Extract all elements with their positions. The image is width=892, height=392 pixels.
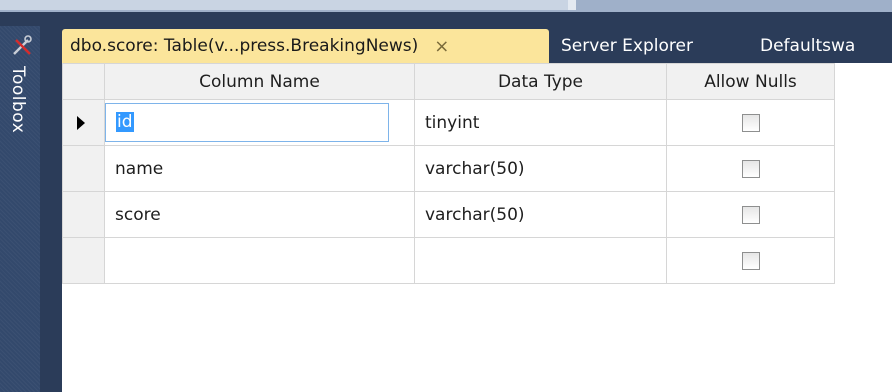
table-designer: Column Name Data Type Allow Nulls id tin… [62, 63, 892, 392]
column-name-editor[interactable]: id [105, 103, 389, 142]
tab-title: Server Explorer [561, 36, 693, 56]
row-selector[interactable] [62, 191, 105, 238]
column-grid: Column Name Data Type Allow Nulls id tin… [62, 63, 835, 284]
row-selector-header [62, 63, 105, 100]
table-row[interactable]: score varchar(50) [62, 191, 835, 238]
current-row-arrow-icon [77, 115, 85, 130]
scrollbar-track [0, 0, 568, 10]
allow-nulls-cell[interactable] [666, 99, 835, 146]
allow-nulls-checkbox[interactable] [741, 113, 760, 132]
table-row[interactable] [62, 237, 835, 284]
top-strip [0, 0, 892, 12]
tab-dbo-score-table[interactable]: dbo.score: Table(v...press.BreakingNews)… [62, 29, 549, 63]
toolbox-tools-icon [13, 35, 32, 55]
allow-nulls-cell[interactable] [666, 145, 835, 192]
column-name-cell[interactable]: name [104, 145, 415, 192]
header-row: Column Name Data Type Allow Nulls [62, 63, 835, 100]
tab-defaultswa[interactable]: Defaultswa [760, 29, 855, 63]
data-type-cell[interactable] [414, 237, 667, 284]
allow-nulls-cell[interactable] [666, 237, 835, 284]
tab-title: dbo.score: Table(v...press.BreakingNews) [70, 36, 419, 56]
allow-nulls-header[interactable]: Allow Nulls [666, 63, 835, 100]
data-type-cell[interactable]: varchar(50) [414, 191, 667, 238]
allow-nulls-checkbox[interactable] [741, 205, 760, 224]
column-name-header[interactable]: Column Name [104, 63, 415, 100]
allow-nulls-checkbox[interactable] [741, 159, 760, 178]
scrollbar-thumb[interactable] [568, 0, 576, 10]
close-icon[interactable]: × [434, 36, 449, 57]
column-name-cell[interactable]: id [104, 99, 415, 146]
data-type-header[interactable]: Data Type [414, 63, 667, 100]
allow-nulls-checkbox[interactable] [741, 251, 760, 270]
data-type-cell[interactable]: varchar(50) [414, 145, 667, 192]
table-row[interactable]: id tinyint [62, 99, 835, 146]
row-selector[interactable] [62, 145, 105, 192]
tab-title: Defaultswa [760, 36, 856, 56]
row-selector[interactable] [62, 237, 105, 284]
selected-text: id [116, 112, 134, 132]
allow-nulls-cell[interactable] [666, 191, 835, 238]
data-type-cell[interactable]: tinyint [414, 99, 667, 146]
column-name-cell[interactable]: score [104, 191, 415, 238]
row-selector[interactable] [62, 99, 105, 146]
column-name-cell[interactable] [104, 237, 415, 284]
toolbox-label[interactable]: Toolbox [8, 66, 28, 133]
table-row[interactable]: name varchar(50) [62, 145, 835, 192]
tab-server-explorer[interactable]: Server Explorer [561, 29, 693, 63]
toolbox-panel[interactable]: Toolbox [0, 26, 40, 392]
document-tab-bar: dbo.score: Table(v...press.BreakingNews)… [62, 29, 892, 63]
